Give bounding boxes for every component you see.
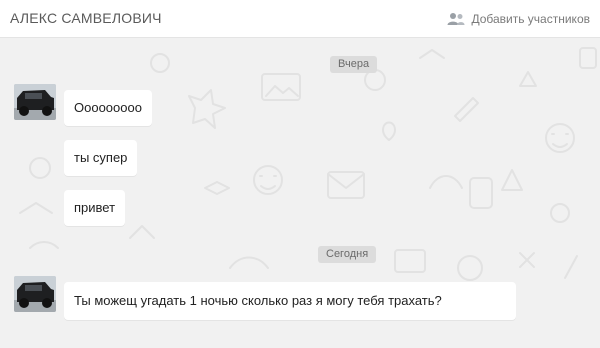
message-bubble[interactable]: Ооооооооо [64,90,152,126]
avatar[interactable] [14,84,56,120]
car-avatar-icon [14,84,56,120]
message-bubble[interactable]: ты супер [64,140,138,176]
add-members-button[interactable]: Добавить участников [447,10,590,28]
message-bubble[interactable]: привет [64,190,126,226]
chat-area[interactable]: Вчера Ооооооооо ты супер привет Сегодня … [0,38,600,348]
add-members-label: Добавить участников [471,12,590,26]
people-icon [447,12,465,26]
chat-header: АЛЕКС САМВЕЛОВИЧ Добавить участников [0,0,600,38]
chat-title[interactable]: АЛЕКС САМВЕЛОВИЧ [10,10,162,26]
date-divider-today: Сегодня [318,246,377,263]
car-avatar-icon [14,276,56,312]
date-divider-yesterday: Вчера [330,56,378,73]
message-bubble[interactable]: Ты можещ угадать 1 ночью сколько раз я м… [64,282,516,320]
avatar[interactable] [14,276,56,312]
